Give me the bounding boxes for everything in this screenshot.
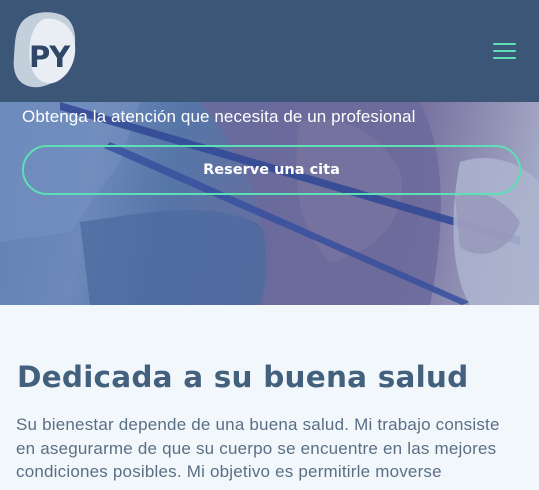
hamburger-menu-icon[interactable] xyxy=(493,42,519,62)
intro-paragraph: Su bienestar depende de una buena salud.… xyxy=(16,415,500,481)
book-appointment-button[interactable]: Reserve una cita xyxy=(22,145,521,195)
menu-line xyxy=(493,57,516,59)
hero-overlay xyxy=(0,102,539,305)
menu-line xyxy=(493,50,516,52)
section-heading: Dedicada a su buena salud xyxy=(17,360,469,394)
menu-line xyxy=(493,43,516,45)
logo-text: PY xyxy=(29,40,70,74)
logo[interactable]: PY xyxy=(12,11,78,89)
hero-banner: Obtenga la atención que necesita de un p… xyxy=(0,102,539,305)
main-content: Dedicada a su buena salud Su bienestar d… xyxy=(0,305,539,490)
hero-tagline: Obtenga la atención que necesita de un p… xyxy=(22,107,416,126)
site-header: PY xyxy=(0,0,539,102)
